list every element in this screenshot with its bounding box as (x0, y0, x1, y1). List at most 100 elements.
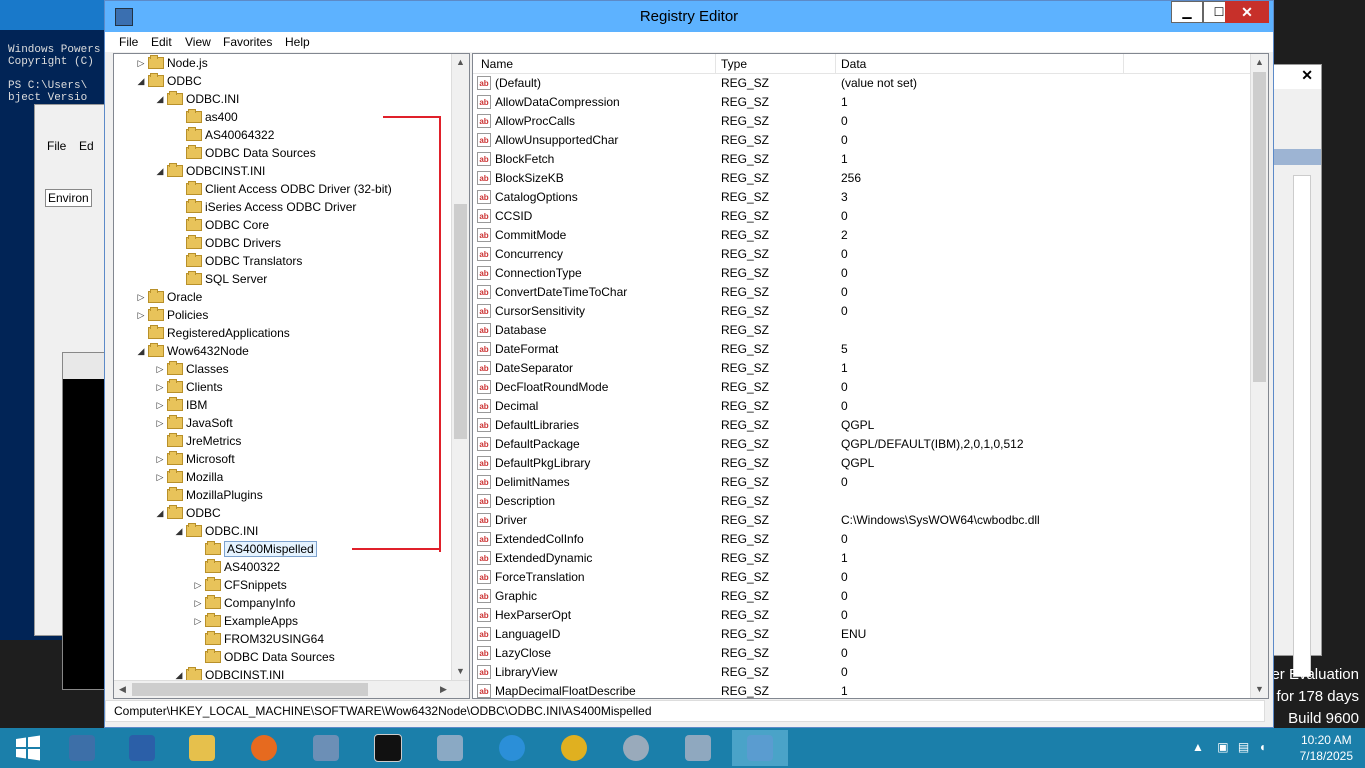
tree-node[interactable]: ◢ Wow6432Node (114, 342, 452, 360)
tree-node[interactable]: ◢ ODBC (114, 72, 452, 90)
system-tray[interactable]: ▲ ▣ ▤ ◖ (1192, 740, 1266, 754)
expand-arrow-icon[interactable]: ▷ (193, 594, 203, 612)
list-item[interactable]: ab DefaultPkgLibrary REG_SZ QGPL (473, 454, 1251, 473)
list-item[interactable]: ab MapDecimalFloatDescribe REG_SZ 1 (473, 682, 1251, 698)
list-item[interactable]: ab CatalogOptions REG_SZ 3 (473, 188, 1251, 207)
tree-node[interactable]: ▷ Classes (114, 360, 452, 378)
tree-node[interactable]: ▷ Microsoft (114, 450, 452, 468)
list-item[interactable]: ab DefaultLibraries REG_SZ QGPL (473, 416, 1251, 435)
tree-node[interactable]: MozillaPlugins (114, 486, 452, 504)
scroll-down-icon[interactable]: ▼ (1251, 681, 1268, 698)
taskbar-services[interactable] (608, 730, 664, 766)
column-header-type[interactable]: Type (721, 57, 747, 71)
collapse-arrow-icon[interactable]: ◢ (155, 90, 165, 108)
scroll-up-icon[interactable]: ▲ (1251, 54, 1268, 71)
expand-arrow-icon[interactable]: ▷ (136, 306, 146, 324)
list-item[interactable]: ab BlockFetch REG_SZ 1 (473, 150, 1251, 169)
taskbar-odbc-admin[interactable] (546, 730, 602, 766)
list-item[interactable]: ab BlockSizeKB REG_SZ 256 (473, 169, 1251, 188)
minimize-button[interactable]: ▁ (1171, 1, 1203, 23)
taskbar-server-manager[interactable] (54, 730, 110, 766)
list-item[interactable]: ab AllowUnsupportedChar REG_SZ 0 (473, 131, 1251, 150)
expand-arrow-icon[interactable]: ▷ (193, 576, 203, 594)
list-item[interactable]: ab (Default) REG_SZ (value not set) (473, 74, 1251, 93)
list-item[interactable]: ab Graphic REG_SZ 0 (473, 587, 1251, 606)
tree-node[interactable]: ODBC Translators (114, 252, 452, 270)
list-item[interactable]: ab DecFloatRoundMode REG_SZ 0 (473, 378, 1251, 397)
scroll-down-icon[interactable]: ▼ (452, 663, 469, 680)
list-scroll-thumb[interactable] (1253, 72, 1266, 382)
tree-node[interactable]: ODBC Drivers (114, 234, 452, 252)
column-header-data[interactable]: Data (841, 57, 866, 71)
list-item[interactable]: ab DateSeparator REG_SZ 1 (473, 359, 1251, 378)
taskbar-firefox[interactable] (236, 730, 292, 766)
collapse-arrow-icon[interactable]: ◢ (155, 162, 165, 180)
taskbar-ie[interactable] (484, 730, 540, 766)
taskbar-regedit[interactable] (732, 730, 788, 766)
list-item[interactable]: ab ConvertDateTimeToChar REG_SZ 0 (473, 283, 1251, 302)
tree-node[interactable]: ODBC Data Sources (114, 144, 452, 162)
close-button[interactable]: ✕ (1225, 1, 1269, 23)
collapse-arrow-icon[interactable]: ◢ (155, 504, 165, 522)
list-item[interactable]: ab AllowDataCompression REG_SZ 1 (473, 93, 1251, 112)
list-item[interactable]: ab ForceTranslation REG_SZ 0 (473, 568, 1251, 587)
network-icon[interactable]: ▣ (1217, 740, 1228, 754)
tree-node[interactable]: AS400322 (114, 558, 452, 576)
tree-node[interactable]: ◢ ODBCINST.INI (114, 162, 452, 180)
list-item[interactable]: ab LibraryView REG_SZ 0 (473, 663, 1251, 682)
list-item[interactable]: ab LanguageID REG_SZ ENU (473, 625, 1251, 644)
tree-node[interactable]: ▷ JavaSoft (114, 414, 452, 432)
menu-favorites[interactable]: Favorites (223, 35, 272, 49)
menu-edit[interactable]: Edit (151, 35, 172, 49)
list-item[interactable]: ab Decimal REG_SZ 0 (473, 397, 1251, 416)
tree-node[interactable]: SQL Server (114, 270, 452, 288)
tree-vertical-scrollbar[interactable]: ▲ ▼ (451, 54, 469, 680)
collapse-arrow-icon[interactable]: ◢ (174, 522, 184, 540)
scroll-up-icon[interactable]: ▲ (452, 54, 469, 71)
taskbar-explorer[interactable] (174, 730, 230, 766)
column-divider[interactable] (715, 54, 716, 73)
collapse-arrow-icon[interactable]: ◢ (136, 342, 146, 360)
tree-node[interactable]: iSeries Access ODBC Driver (114, 198, 452, 216)
expand-arrow-icon[interactable]: ▷ (155, 378, 165, 396)
list-item[interactable]: ab Database REG_SZ (473, 321, 1251, 340)
list-item[interactable]: ab CommitMode REG_SZ 2 (473, 226, 1251, 245)
column-divider[interactable] (835, 54, 836, 73)
list-item[interactable]: ab Concurrency REG_SZ 0 (473, 245, 1251, 264)
tree-node[interactable]: ▷ Clients (114, 378, 452, 396)
start-button[interactable] (0, 730, 56, 766)
list-item[interactable]: ab HexParserOpt REG_SZ 0 (473, 606, 1251, 625)
tree-node[interactable]: ▷ ExampleApps (114, 612, 452, 630)
tree-node[interactable]: ▷ Mozilla (114, 468, 452, 486)
tree-node[interactable]: ◢ ODBC (114, 504, 452, 522)
menu-file[interactable]: File (119, 35, 138, 49)
tree-node[interactable]: ▷ Policies (114, 306, 452, 324)
list-item[interactable]: ab CCSID REG_SZ 0 (473, 207, 1251, 226)
list-item[interactable]: ab AllowProcCalls REG_SZ 0 (473, 112, 1251, 131)
expand-arrow-icon[interactable]: ▷ (155, 414, 165, 432)
chevron-up-icon[interactable]: ▲ (1192, 740, 1204, 754)
expand-arrow-icon[interactable]: ▷ (136, 54, 146, 72)
clock[interactable]: 10:20 AM 7/18/2025 (1300, 732, 1353, 764)
menu-view[interactable]: View (185, 35, 211, 49)
expand-arrow-icon[interactable]: ▷ (193, 612, 203, 630)
list-item[interactable]: ab Description REG_SZ (473, 492, 1251, 511)
list-item[interactable]: ab Driver REG_SZ C:\Windows\SysWOW64\cwbodb… (473, 511, 1251, 530)
tree-node[interactable]: RegisteredApplications (114, 324, 452, 342)
taskbar-cmd[interactable] (360, 730, 416, 766)
list-item[interactable]: ab LazyClose REG_SZ 0 (473, 644, 1251, 663)
tree-node[interactable]: AS40064322 (114, 126, 452, 144)
list-item[interactable]: ab DelimitNames REG_SZ 0 (473, 473, 1251, 492)
tree-node[interactable]: ODBC Data Sources (114, 648, 452, 666)
list-item[interactable]: ab DateFormat REG_SZ 5 (473, 340, 1251, 359)
menu-help[interactable]: Help (285, 35, 310, 49)
tree-node[interactable]: Client Access ODBC Driver (32-bit) (114, 180, 452, 198)
tree-node[interactable]: ◢ ODBC.INI (114, 522, 452, 540)
taskbar-perfmon[interactable] (670, 730, 726, 766)
network-status-icon[interactable]: ▤ (1238, 740, 1249, 754)
tree-node[interactable]: ▷ Node.js (114, 54, 452, 72)
tree-node[interactable]: ▷ IBM (114, 396, 452, 414)
tree-node[interactable]: ▷ Oracle (114, 288, 452, 306)
expand-arrow-icon[interactable]: ▷ (155, 396, 165, 414)
list-item[interactable]: ab ConnectionType REG_SZ 0 (473, 264, 1251, 283)
